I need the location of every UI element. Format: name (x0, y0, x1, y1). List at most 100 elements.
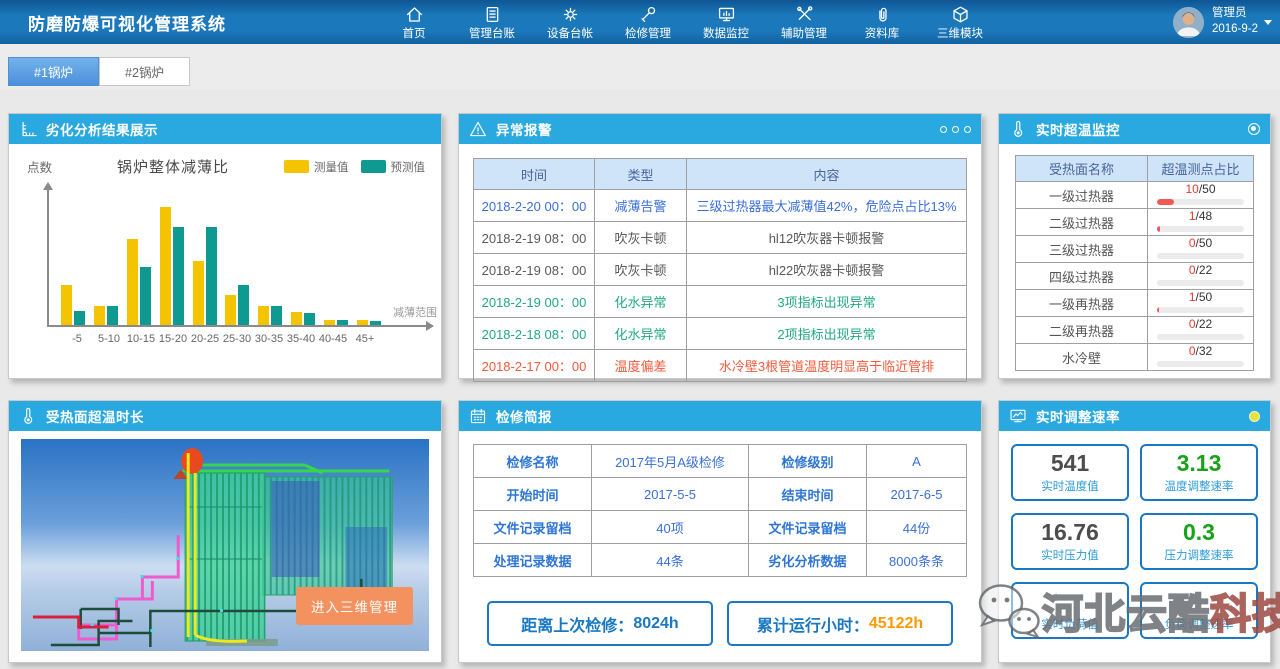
alarm-cell: 2018-2-19 00：00 (474, 286, 595, 318)
maintenance-label: 劣化分析数据 (749, 544, 867, 577)
bar-测量值 (324, 320, 335, 325)
thinning-bar-chart: -55-1010-1515-2020-2525-3030-3535-4040-4… (53, 179, 435, 347)
chevron-down-icon[interactable] (1264, 20, 1272, 25)
maintenance-label: 检修级别 (749, 445, 867, 478)
panel-degradation-analysis: 劣化分析结果展示 点数 锅炉整体减薄比 测量值预测值 -55-1010-1515… (8, 113, 442, 379)
x-tick-label: 35-40 (285, 333, 317, 345)
rate-label: 温度调整速率 (1165, 478, 1234, 494)
x-tick-label: 5-10 (93, 333, 125, 345)
nav-item-data-monitor[interactable]: 数据监控 (700, 4, 752, 41)
nav-item-module-3d[interactable]: 三维模块 (934, 4, 986, 41)
bar-group (94, 306, 118, 325)
nav-label: 辅助管理 (781, 25, 827, 41)
alarm-cell: 3项指标出现异常 (687, 286, 967, 318)
warning-icon (469, 120, 487, 138)
total-run-hours-button[interactable]: 累计运行小时：45122h (727, 601, 953, 646)
tab-boiler2[interactable]: #2锅炉 (99, 57, 190, 86)
bar-group (127, 239, 151, 325)
surface-name: 一级过热器 (1016, 182, 1148, 209)
nav-label: 设备台帐 (547, 25, 593, 41)
more-options-icon[interactable] (940, 126, 971, 133)
pressure-rate-box: 0.3压力调整速率 (1140, 513, 1258, 570)
progress-track (1157, 226, 1244, 232)
bar-预测值 (238, 285, 249, 325)
bar-group (291, 312, 315, 325)
nav-label: 检修管理 (625, 25, 671, 41)
hot-count: 0 (1189, 263, 1196, 277)
button-label: 累计运行小时： (757, 612, 869, 636)
nav-item-maintenance[interactable]: 检修管理 (622, 4, 674, 41)
x-tick-label: -5 (61, 333, 93, 345)
legend-item: 预测值 (361, 159, 426, 175)
bar-预测值 (304, 313, 315, 325)
hot-count: 0 (1189, 236, 1196, 250)
alarm-row: 2018-2-19 08：00吹灰卡顿hl22吹灰器卡顿报警 (474, 254, 967, 286)
home-icon (405, 4, 424, 24)
progress-track (1157, 361, 1244, 367)
bar-预测值 (74, 311, 85, 325)
maintenance-value: 44条 (592, 544, 749, 577)
ratio-value: 0/22 (1148, 263, 1253, 277)
enter-3d-management-button[interactable]: 进入三维管理 (296, 587, 413, 625)
overtemp-ratio: 0/50 (1148, 236, 1254, 263)
maintenance-label: 检修名称 (474, 445, 592, 478)
maintenance-label: 开始时间 (474, 478, 592, 511)
bar-group (193, 227, 217, 325)
panel-realtime-overtemp: 实时超温监控 受热面名称超温测点占比 一级过热器10/50二级过热器1/48三级… (998, 113, 1271, 379)
alarm-cell: 2018-2-19 08：00 (474, 222, 595, 254)
column-header: 类型 (595, 159, 687, 190)
nav-item-aux-manage[interactable]: 辅助管理 (778, 4, 830, 41)
temperature-rate-box: 3.13温度调整速率 (1140, 444, 1258, 501)
alarm-cell: 吹灰卡顿 (595, 254, 687, 286)
bar-group (61, 285, 85, 325)
progress-fill (1157, 307, 1159, 313)
overtemp-row: 四级过热器0/22 (1016, 263, 1254, 290)
nav-item-home[interactable]: 首页 (388, 4, 440, 41)
bar-group (324, 320, 348, 325)
alarm-row: 2018-2-18 08：00化水异常2项指标出现异常 (474, 318, 967, 350)
rate-value: 541 (1051, 451, 1089, 476)
surface-name: 二级再热器 (1016, 317, 1148, 344)
calendar-icon (469, 407, 487, 425)
maintenance-value: 40项 (592, 511, 749, 544)
legend-label: 测量值 (314, 159, 349, 175)
progress-track (1157, 253, 1244, 259)
surface-name: 四级过热器 (1016, 263, 1148, 290)
tab-boiler1[interactable]: #1锅炉 (8, 57, 99, 86)
ledger-icon (483, 4, 502, 24)
nav-label: 数据监控 (703, 25, 749, 41)
legend-item: 测量值 (284, 159, 349, 175)
rate-label: 实时温度值 (1041, 478, 1099, 494)
surface-name: 二级过热器 (1016, 209, 1148, 236)
nav-label: 三维模块 (937, 25, 983, 41)
alarm-cell: hl22吹灰器卡顿报警 (687, 254, 967, 286)
progress-track (1157, 307, 1244, 313)
hot-count: 0 (1189, 344, 1196, 358)
button-value: 8024h (633, 615, 678, 633)
panel-abnormal-alarms: 异常报警 时间类型内容 2018-2-20 00：00减薄告警三级过热器最大减薄… (458, 113, 982, 379)
maintenance-row: 检修名称2017年5月A级检修检修级别A (474, 445, 967, 478)
ratio-value: 10/50 (1148, 182, 1253, 196)
user-menu[interactable]: 管理员 2016-9-2 (1173, 0, 1258, 44)
monitor-line-icon (1009, 407, 1027, 425)
overtemp-table: 受热面名称超温测点占比 一级过热器10/50二级过热器1/48三级过热器0/50… (1015, 155, 1254, 371)
maintenance-row: 开始时间2017-5-5结束时间2017-6-5 (474, 478, 967, 511)
monitor-bars-icon (717, 4, 736, 24)
nav-label: 资料库 (865, 25, 900, 41)
boiler-3d-view[interactable]: 进入三维管理 (21, 439, 429, 651)
nav-item-library[interactable]: 资料库 (856, 4, 908, 41)
button-value: 45122h (869, 615, 923, 633)
panel-title: 实时超温监控 (1036, 119, 1120, 139)
bar-group (258, 306, 282, 325)
nav-item-equipment[interactable]: 设备台帐 (544, 4, 596, 41)
nav-item-ledger[interactable]: 管理台账 (466, 4, 518, 41)
alarm-cell: 温度偏差 (595, 350, 687, 382)
main-nav: 首页管理台账设备台帐 检修管理 数据监控 辅助管理 资料库 三维模块 (388, 0, 986, 44)
alarm-cell: 2018-2-18 08：00 (474, 318, 595, 350)
alarm-cell: 化水异常 (595, 318, 687, 350)
legend-swatch (361, 160, 386, 173)
bar-预测值 (271, 306, 282, 325)
wrench-icon (639, 4, 658, 24)
since-last-maintenance-button[interactable]: 距离上次检修：8024h (487, 601, 713, 646)
paperclip-icon (873, 4, 892, 24)
